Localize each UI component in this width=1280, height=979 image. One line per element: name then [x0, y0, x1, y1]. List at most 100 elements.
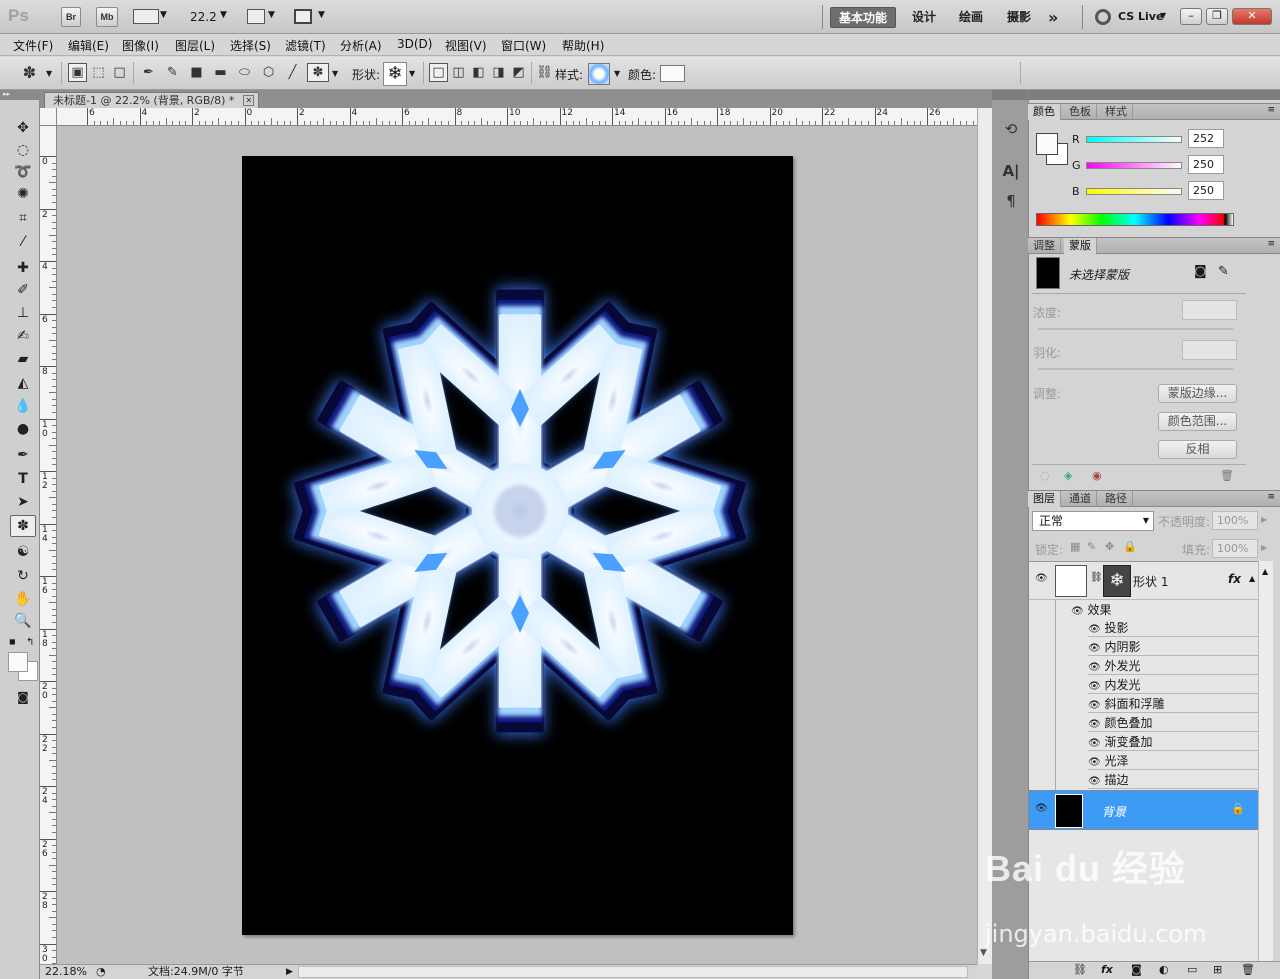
tab-paths[interactable]: 路径	[1100, 491, 1133, 507]
menu-window[interactable]: 窗口(W)	[501, 37, 546, 54]
layer-row-shape-1[interactable]: 👁 ⛓ ❄ 形状 1 fx ▲	[1029, 562, 1258, 600]
panel-menu-icon[interactable]: ≡	[1267, 492, 1275, 502]
blur-tool-icon[interactable]: 💧	[10, 396, 36, 416]
new-group-icon[interactable]: ▭	[1187, 963, 1197, 976]
chevron-down-icon[interactable]: ▼	[268, 10, 275, 20]
menu-3d[interactable]: 3D(D)	[397, 37, 432, 51]
effect-drop-shadow[interactable]: 👁 投影	[1088, 619, 1258, 637]
eye-icon[interactable]: 👁	[1088, 719, 1101, 730]
hand-tool-icon[interactable]: ✋	[10, 589, 36, 609]
eyedropper-icon[interactable]: ⁄	[10, 232, 36, 252]
horizontal-scrollbar[interactable]	[298, 966, 968, 978]
quick-mask-icon[interactable]: ◙	[10, 687, 36, 707]
foreground-color-preview[interactable]	[1036, 133, 1058, 155]
density-slider[interactable]	[1038, 328, 1233, 330]
opacity-input[interactable]: 100%	[1212, 511, 1258, 530]
chevron-down-icon[interactable]: ▼	[1160, 11, 1166, 20]
foreground-color-swatch[interactable]	[8, 652, 28, 672]
effect-bevel-emboss[interactable]: 👁 斜面和浮雕	[1088, 695, 1258, 713]
status-info-icon[interactable]: ◔	[96, 965, 106, 979]
pixel-mask-icon[interactable]: ◙	[1194, 264, 1207, 279]
freeform-pen-icon[interactable]: ✎	[163, 63, 182, 82]
blue-value-input[interactable]: 250	[1188, 181, 1224, 200]
mask-edge-button[interactable]: 蒙版边缘...	[1158, 384, 1237, 403]
lock-all-icon[interactable]: 🔒	[1123, 540, 1137, 553]
bridge-button[interactable]: Br	[61, 7, 81, 27]
color-spectrum-bar[interactable]	[1036, 213, 1234, 226]
clone-stamp-icon[interactable]: ⊥	[10, 303, 36, 323]
fill-input[interactable]: 100%	[1212, 539, 1258, 558]
zoom-level-dropdown[interactable]: 22.2	[190, 10, 217, 24]
exclude-shape-icon[interactable]: ◩	[509, 63, 528, 82]
custom-shape-tool-icon[interactable]: ✽	[10, 515, 36, 537]
tab-color[interactable]: 颜色	[1028, 104, 1061, 120]
menu-view[interactable]: 视图(V)	[445, 37, 487, 54]
healing-brush-icon[interactable]: ✚	[10, 258, 36, 278]
tab-adjustments[interactable]: 调整	[1028, 238, 1061, 254]
snowflake-shape-picker[interactable]: ❄	[383, 62, 407, 86]
status-menu-arrow[interactable]: ▶	[286, 965, 293, 979]
delete-layer-icon[interactable]: 🗑	[1241, 963, 1255, 976]
zoom-tool-icon[interactable]: 🔍	[10, 611, 36, 631]
vector-mask-thumbnail[interactable]: ❄	[1103, 565, 1131, 597]
layers-scrollbar[interactable]: ▲	[1258, 561, 1273, 964]
history-brush-icon[interactable]: ✍	[10, 326, 36, 346]
opacity-arrow-icon[interactable]: ▶	[1261, 515, 1267, 524]
chevron-down-icon[interactable]: ▼	[160, 10, 167, 20]
disable-mask-icon[interactable]: ◉	[1092, 469, 1102, 482]
minimize-button[interactable]: –	[1180, 8, 1202, 25]
lock-position-icon[interactable]: ✥	[1105, 540, 1114, 553]
tab-masks[interactable]: 蒙版	[1064, 238, 1097, 254]
scroll-up-arrow[interactable]: ▲	[1262, 567, 1268, 576]
brush-tool-icon[interactable]: ✐	[10, 280, 36, 300]
ruler-origin[interactable]	[40, 108, 57, 126]
eye-icon[interactable]: 👁	[1035, 803, 1048, 814]
arrange-documents-icon[interactable]	[247, 9, 265, 24]
layer-color-thumbnail[interactable]	[1055, 565, 1087, 597]
canvas-area[interactable]	[57, 126, 977, 964]
cs-live-icon[interactable]	[1095, 9, 1111, 25]
menu-edit[interactable]: 编辑(E)	[68, 37, 109, 54]
green-value-input[interactable]: 250	[1188, 155, 1224, 174]
effect-gradient-overlay[interactable]: 👁 渐变叠加	[1088, 733, 1258, 751]
more-workspaces-icon[interactable]: »	[1040, 7, 1066, 28]
delete-mask-icon[interactable]: 🗑	[1220, 469, 1234, 482]
cs-live-menu[interactable]: CS Live	[1118, 10, 1163, 23]
tab-styles[interactable]: 样式	[1100, 104, 1133, 120]
red-value-input[interactable]: 252	[1188, 129, 1224, 148]
menu-help[interactable]: 帮助(H)	[562, 37, 604, 54]
expand-effects-icon[interactable]: ▲	[1249, 574, 1255, 583]
apply-mask-icon[interactable]: ◈	[1064, 469, 1072, 482]
eye-icon[interactable]: 👁	[1088, 776, 1101, 787]
style-swatch[interactable]	[588, 63, 610, 85]
menu-filter[interactable]: 滤镜(T)	[285, 37, 326, 54]
default-colors-icon[interactable]: ◼	[9, 637, 16, 646]
3d-rotate-icon[interactable]: ☯	[10, 542, 36, 562]
toolbox-header[interactable]: ▸▸	[0, 90, 40, 100]
eye-icon[interactable]: 👁	[1088, 662, 1101, 673]
crop-tool-icon[interactable]: ⌗	[10, 208, 36, 228]
dock-header[interactable]	[992, 90, 1028, 100]
lock-pixels-icon[interactable]: ✎	[1087, 540, 1096, 553]
paths-mode-icon[interactable]: ⬚	[89, 63, 108, 82]
rounded-rectangle-icon[interactable]: ▬	[211, 63, 230, 82]
fx-icon[interactable]: fx	[1228, 572, 1241, 586]
ellipse-tool-icon[interactable]: ⬭	[235, 63, 254, 82]
mini-bridge-button[interactable]: Mb	[96, 7, 118, 27]
eye-icon[interactable]: 👁	[1035, 573, 1048, 584]
lock-transparent-icon[interactable]: ▦	[1070, 540, 1080, 553]
shape-layers-mode-icon[interactable]: ▣	[68, 63, 87, 82]
eye-icon[interactable]: 👁	[1088, 681, 1101, 692]
chevron-down-icon[interactable]: ▼	[220, 10, 227, 20]
workspace-design[interactable]: 设计	[904, 7, 944, 28]
feather-input[interactable]	[1182, 340, 1237, 360]
eye-icon[interactable]: 👁	[1088, 757, 1101, 768]
type-tool-icon[interactable]: T	[10, 469, 36, 489]
chevron-down-icon[interactable]: ▼	[332, 69, 338, 78]
eye-icon[interactable]: 👁	[1088, 643, 1101, 654]
eye-icon[interactable]: 👁	[1088, 738, 1101, 749]
path-select-icon[interactable]: ➤	[10, 492, 36, 512]
3d-orbit-icon[interactable]: ↻	[10, 566, 36, 586]
layer-row-background[interactable]: 👁 背景 🔒	[1029, 790, 1258, 830]
tool-preset-icon[interactable]: ✽	[20, 63, 39, 82]
